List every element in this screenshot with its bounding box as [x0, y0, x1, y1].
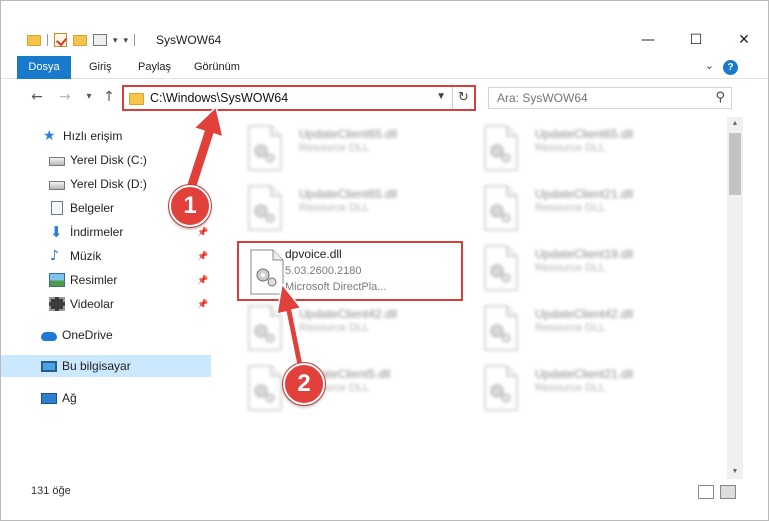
- step-1-badge: 1: [169, 185, 211, 227]
- step-2-badge: 2: [283, 363, 325, 405]
- file-explorer-window: ▾ ▾ SysWOW64 — ☐ ✕ Dosya Giriş Paylaş Gö…: [0, 0, 769, 521]
- annotation-arrows: [181, 105, 305, 372]
- arrow-to-dpvoice-file: [276, 282, 305, 372]
